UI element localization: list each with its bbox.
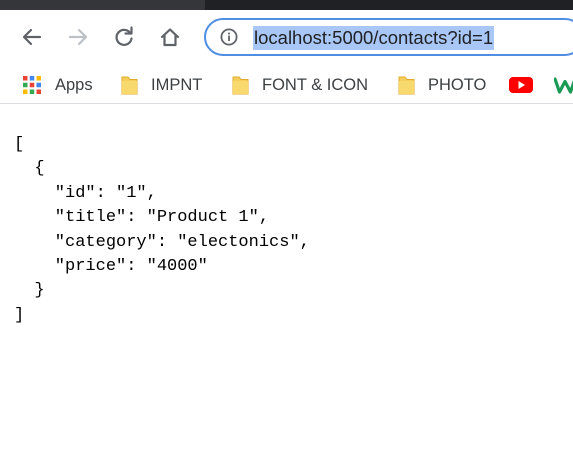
folder-icon xyxy=(398,76,415,95)
w-logo-icon xyxy=(554,77,573,94)
apps-grid-icon xyxy=(23,76,41,94)
browser-toolbar: localhost:5000/contacts?id=1 xyxy=(0,10,573,67)
home-icon xyxy=(160,28,180,47)
bookmark-folder-photo[interactable]: PHOTO xyxy=(398,73,486,97)
info-circle-icon[interactable] xyxy=(220,28,238,46)
bookmark-label: FONT & ICON xyxy=(262,75,369,94)
forward-arrow-icon xyxy=(68,28,88,46)
bookmark-folder-impnt[interactable]: IMPNT xyxy=(121,73,202,97)
bookmark-apps[interactable]: Apps xyxy=(22,73,93,97)
bookmark-w-site[interactable] xyxy=(554,73,573,97)
tab-edge xyxy=(205,0,573,10)
youtube-icon xyxy=(509,77,533,93)
bookmark-label: IMPNT xyxy=(151,75,203,94)
home-button[interactable] xyxy=(155,22,185,52)
back-button[interactable] xyxy=(17,22,47,52)
json-response-body: [ { "id": "1", "title": "Product 1", "ca… xyxy=(14,135,310,325)
bookmarks-bar: Apps IMPNT FONT & ICON PHOTO xyxy=(0,67,573,104)
reload-button[interactable] xyxy=(109,22,139,52)
bookmark-label: PHOTO xyxy=(428,75,487,94)
reload-icon xyxy=(115,26,133,46)
folder-icon xyxy=(232,76,249,95)
back-arrow-icon xyxy=(22,28,42,46)
address-bar[interactable]: localhost:5000/contacts?id=1 xyxy=(204,18,573,56)
tab-strip xyxy=(0,0,573,10)
bookmark-folder-font-icon[interactable]: FONT & ICON xyxy=(232,73,368,97)
bookmark-youtube[interactable] xyxy=(509,73,533,97)
url-text[interactable]: localhost:5000/contacts?id=1 xyxy=(253,26,495,50)
forward-button[interactable] xyxy=(63,22,93,52)
bookmark-label: Apps xyxy=(55,75,93,94)
folder-icon xyxy=(121,76,138,95)
